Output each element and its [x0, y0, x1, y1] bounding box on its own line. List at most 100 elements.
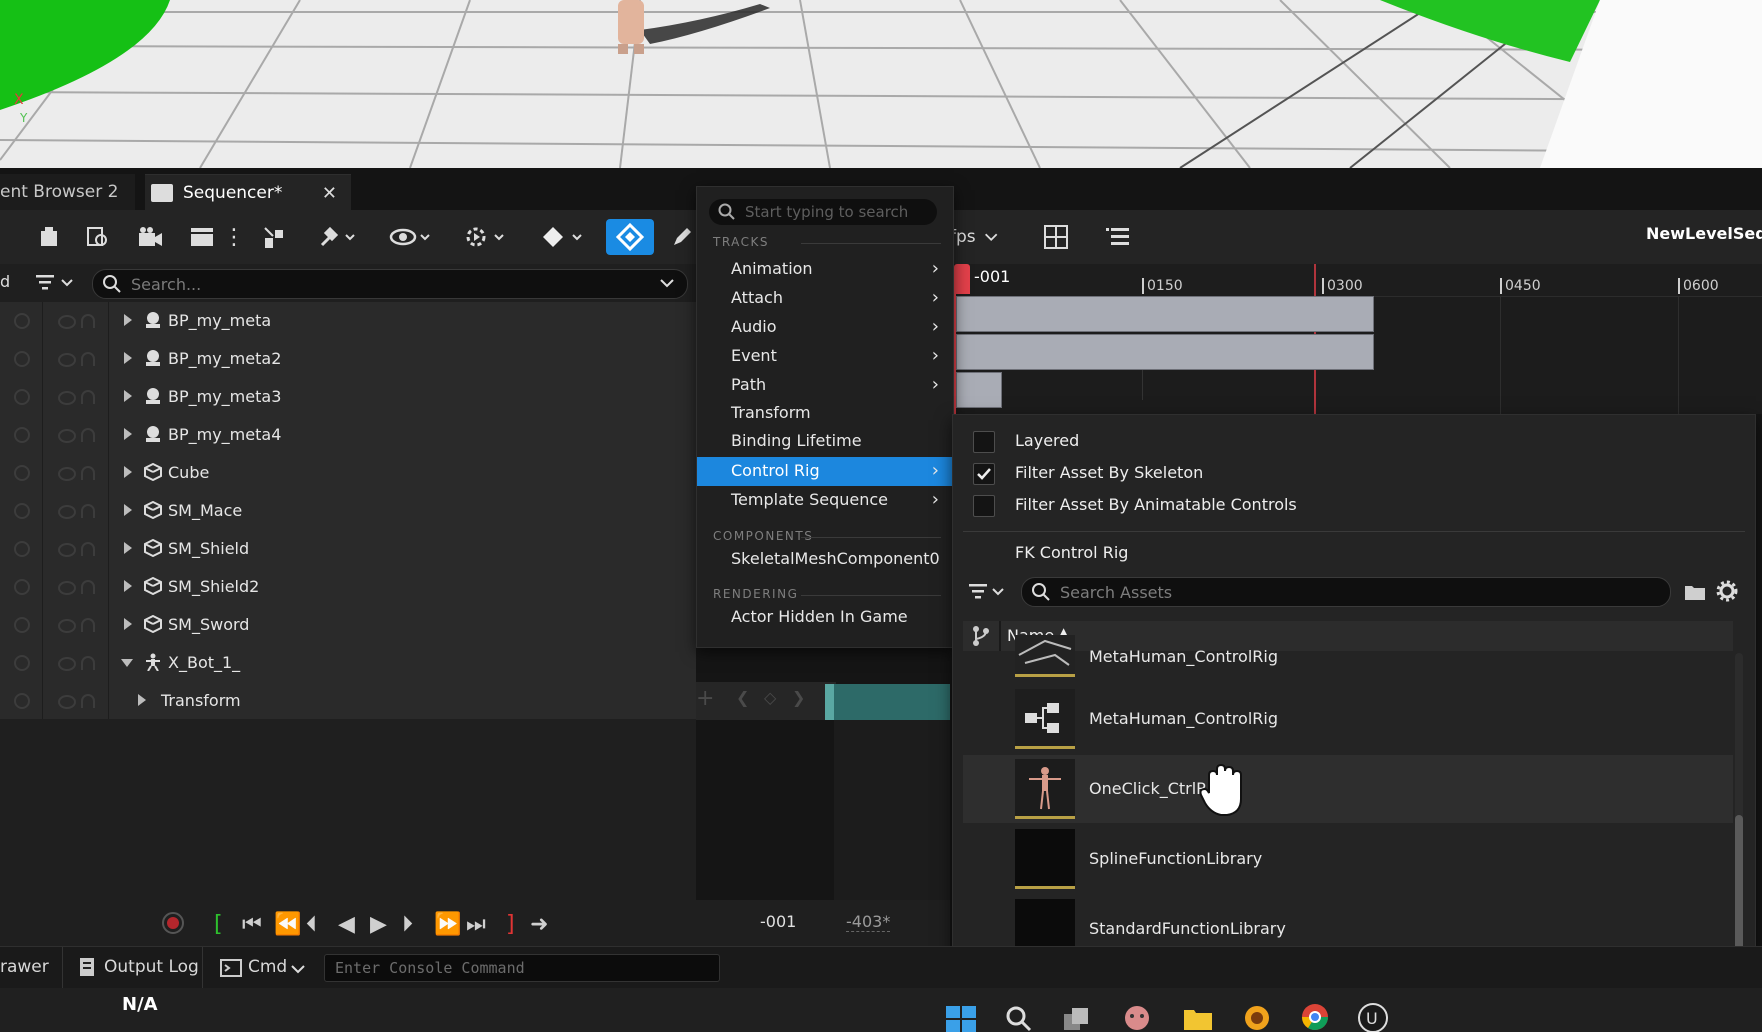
- timeline-area[interactable]: 0150 0300 0450 0600 -001: [950, 264, 1762, 414]
- expand-arrow-icon[interactable]: [124, 618, 132, 630]
- transform-actor-icon[interactable]: [258, 219, 290, 255]
- task-view-icon[interactable]: [1062, 1004, 1092, 1032]
- chevron-down-icon[interactable]: [290, 963, 306, 975]
- mute-icon[interactable]: [14, 503, 30, 519]
- expand-arrow-icon[interactable]: [124, 352, 132, 364]
- curve-editor-icon[interactable]: [1102, 219, 1134, 255]
- end-frame-field[interactable]: -403*: [846, 912, 891, 932]
- menu-item-audio[interactable]: Audio ›: [697, 313, 953, 342]
- eye-icon[interactable]: [58, 505, 76, 519]
- track-row[interactable]: SM_Mace: [0, 492, 696, 531]
- mute-icon[interactable]: [14, 655, 30, 671]
- app-icon[interactable]: [1122, 1002, 1152, 1032]
- add-icon[interactable]: +: [696, 686, 714, 711]
- chevron-down-icon[interactable]: [657, 277, 677, 291]
- asset-item[interactable]: MetaHuman_ControlRig: [963, 635, 1733, 681]
- menu-item-transform[interactable]: Transform: [697, 399, 953, 428]
- play-icon[interactable]: ▶: [370, 912, 387, 937]
- track-row[interactable]: SM_Shield: [0, 530, 696, 569]
- menu-item-skeletal-mesh-component[interactable]: SkeletalMeshComponent0: [697, 545, 953, 574]
- expand-arrow-icon[interactable]: [124, 314, 132, 326]
- expand-arrow-icon[interactable]: [138, 694, 146, 706]
- transform-section-bar[interactable]: [834, 684, 950, 720]
- level-viewport[interactable]: X Y: [0, 0, 1762, 168]
- scrollbar-thumb[interactable]: [1735, 815, 1743, 967]
- fk-control-rig-item[interactable]: FK Control Rig: [1015, 543, 1128, 562]
- layered-checkbox[interactable]: [973, 431, 995, 453]
- mute-icon[interactable]: [14, 389, 30, 405]
- asset-filter-dropdown[interactable]: [967, 581, 1011, 603]
- mute-icon[interactable]: [14, 465, 30, 481]
- mute-icon[interactable]: [14, 313, 30, 329]
- snap-grid-icon[interactable]: [1040, 219, 1072, 255]
- track-row[interactable]: SM_Shield2: [0, 568, 696, 607]
- eye-icon[interactable]: [58, 619, 76, 633]
- menu-item-template-sequence[interactable]: Template Sequence ›: [697, 486, 953, 515]
- playhead-handle[interactable]: [954, 264, 970, 294]
- outliner-search-input[interactable]: Search...: [92, 269, 688, 299]
- step-forward-icon[interactable]: ⏵: [402, 912, 413, 937]
- headphones-icon[interactable]: [81, 390, 95, 404]
- outliner-empty-area[interactable]: [0, 719, 696, 900]
- menu-item-control-rig[interactable]: Control Rig ›: [697, 457, 953, 486]
- next-key-icon[interactable]: ❯: [792, 688, 805, 707]
- play-reverse-icon[interactable]: ◀: [338, 912, 355, 937]
- asset-item[interactable]: MetaHuman_ControlRig: [963, 685, 1733, 753]
- eye-icon[interactable]: [58, 315, 76, 329]
- headphones-icon[interactable]: [81, 352, 95, 366]
- key-options-dropdown[interactable]: [538, 219, 588, 255]
- taskbar-search-icon[interactable]: [1004, 1004, 1032, 1032]
- mute-icon[interactable]: [14, 693, 30, 709]
- file-explorer-icon[interactable]: [1182, 1004, 1214, 1032]
- filter-by-skeleton-checkbox[interactable]: [973, 463, 995, 485]
- prev-key-button[interactable]: ⏪: [274, 912, 301, 937]
- find-in-browser-icon[interactable]: [82, 219, 114, 255]
- filter-by-controls-checkbox[interactable]: [973, 495, 995, 517]
- mute-icon[interactable]: [14, 579, 30, 595]
- cmd-dropdown[interactable]: Cmd: [248, 957, 287, 977]
- mute-icon[interactable]: [14, 617, 30, 633]
- close-icon[interactable]: ✕: [322, 183, 337, 204]
- track-row-selected[interactable]: X_Bot_1_: [0, 644, 696, 683]
- expand-arrow-icon[interactable]: [124, 580, 132, 592]
- eye-icon[interactable]: [58, 581, 76, 595]
- set-start-icon[interactable]: [: [214, 912, 223, 937]
- expand-arrow-icon[interactable]: [124, 428, 132, 440]
- content-drawer-button[interactable]: rawer: [0, 957, 49, 977]
- fps-dropdown[interactable]: fps: [950, 219, 1000, 255]
- chrome-icon[interactable]: [1300, 1002, 1330, 1032]
- jump-to-end-icon[interactable]: ⏭: [466, 912, 486, 937]
- menu-item-event[interactable]: Event ›: [697, 342, 953, 371]
- current-frame-field[interactable]: -001: [760, 912, 796, 931]
- save-icon[interactable]: [34, 219, 64, 255]
- loop-mode-icon[interactable]: ➜: [530, 912, 548, 937]
- playback-options-dropdown[interactable]: [460, 219, 510, 255]
- headphones-icon[interactable]: [81, 428, 95, 442]
- asset-item-hovered[interactable]: OneClick_CtrlRig: [963, 755, 1733, 823]
- render-movie-icon[interactable]: [186, 219, 218, 255]
- unreal-engine-icon[interactable]: U: [1356, 1000, 1390, 1032]
- more-options-icon[interactable]: ⋮: [223, 219, 245, 255]
- headphones-icon[interactable]: [81, 466, 95, 480]
- gear-icon[interactable]: [1715, 579, 1739, 603]
- eye-icon[interactable]: [58, 353, 76, 367]
- section-bar[interactable]: [956, 296, 1374, 332]
- app-icon[interactable]: [1240, 1000, 1274, 1032]
- output-log-button[interactable]: Output Log: [104, 957, 199, 977]
- tab-content-browser[interactable]: ent Browser 2: [0, 174, 135, 210]
- mute-icon[interactable]: [14, 351, 30, 367]
- next-key-button[interactable]: ⏩: [434, 912, 461, 937]
- mute-icon[interactable]: [14, 427, 30, 443]
- track-row[interactable]: BP_my_meta3: [0, 378, 696, 417]
- headphones-icon[interactable]: [81, 694, 95, 708]
- headphones-icon[interactable]: [81, 542, 95, 556]
- track-row[interactable]: BP_my_meta: [0, 302, 696, 341]
- set-end-icon[interactable]: ]: [506, 912, 515, 937]
- folder-icon[interactable]: [1683, 581, 1707, 603]
- track-row[interactable]: BP_my_meta2: [0, 340, 696, 379]
- collapse-arrow-icon[interactable]: [121, 659, 133, 667]
- expand-arrow-icon[interactable]: [124, 390, 132, 402]
- menu-item-path[interactable]: Path ›: [697, 371, 953, 400]
- eye-icon[interactable]: [58, 391, 76, 405]
- menu-item-animation[interactable]: Animation ›: [697, 255, 953, 284]
